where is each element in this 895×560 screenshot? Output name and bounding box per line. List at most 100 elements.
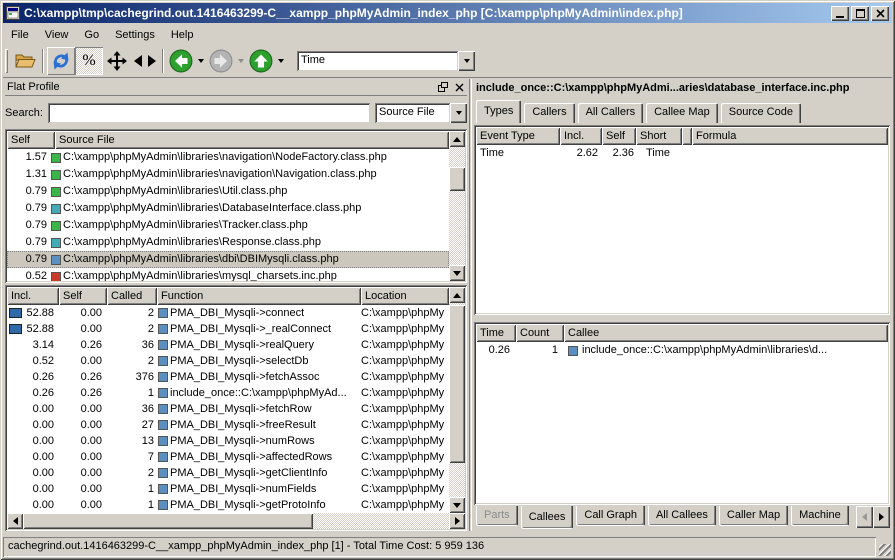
- column-header-self[interactable]: Self: [59, 287, 107, 305]
- scroll-up-button[interactable]: [449, 131, 465, 147]
- tab-scroll-right-button[interactable]: [873, 506, 890, 528]
- menu-help[interactable]: Help: [163, 26, 202, 44]
- chevron-down-icon: [464, 59, 470, 63]
- tab-scroll-left-button[interactable]: [856, 506, 873, 528]
- tab-all-callees[interactable]: All Callees: [648, 506, 716, 526]
- column-header-location[interactable]: Location: [361, 287, 449, 305]
- tab-callees[interactable]: Callees: [521, 506, 574, 529]
- scroll-right-button[interactable]: [449, 513, 465, 529]
- column-header-self[interactable]: Self: [602, 127, 636, 145]
- group-by-combo[interactable]: Source File: [375, 103, 467, 123]
- event-type-combo[interactable]: Time: [297, 51, 475, 71]
- column-header-callee[interactable]: Callee: [564, 324, 888, 342]
- function-row[interactable]: 3.14 0.26 36 PMA_DBI_Mysqli->realQuery C…: [7, 337, 449, 353]
- function-row[interactable]: 0.00 0.00 2 PMA_DBI_Mysqli->getClientInf…: [7, 465, 449, 481]
- file-list-row[interactable]: 0.79 C:\xampp\phpMyAdmin\libraries\Track…: [7, 217, 449, 234]
- dock-title-bar[interactable]: Flat Profile: [5, 79, 467, 96]
- column-header-time[interactable]: Time: [476, 324, 516, 342]
- tab-callee-map[interactable]: Callee Map: [646, 103, 718, 123]
- column-header-source-file[interactable]: Source File: [55, 131, 449, 149]
- function-row[interactable]: 0.00 0.00 7 PMA_DBI_Mysqli->affectedRows…: [7, 449, 449, 465]
- file-list-row[interactable]: 0.79 C:\xampp\phpMyAdmin\libraries\Datab…: [7, 200, 449, 217]
- count-value: 1: [516, 342, 564, 359]
- toolbar-grip[interactable]: [5, 49, 8, 73]
- tab-machine-code[interactable]: Machine: [791, 506, 849, 526]
- tab-call-graph[interactable]: Call Graph: [576, 506, 645, 526]
- file-list-row[interactable]: 0.79 C:\xampp\phpMyAdmin\libraries\Respo…: [7, 234, 449, 251]
- group-by-combo-button[interactable]: [450, 103, 467, 123]
- back-button[interactable]: [167, 47, 195, 75]
- file-list-row[interactable]: 1.57 C:\xampp\phpMyAdmin\libraries\navig…: [7, 149, 449, 166]
- forward-button[interactable]: [207, 47, 235, 75]
- column-header-incl[interactable]: Incl.: [7, 287, 59, 305]
- tab-types[interactable]: Types: [476, 100, 521, 123]
- dock-layout-button[interactable]: [131, 47, 159, 75]
- column-header-incl[interactable]: Incl.: [560, 127, 602, 145]
- column-header-count[interactable]: Count: [516, 324, 564, 342]
- scrollbar-thumb[interactable]: [449, 167, 465, 191]
- file-list-row[interactable]: 0.52 C:\xampp\phpMyAdmin\libraries\mysql…: [7, 268, 449, 281]
- column-header-event-type[interactable]: Event Type: [476, 127, 560, 145]
- function-row[interactable]: 0.26 0.26 376 PMA_DBI_Mysqli->fetchAssoc…: [7, 369, 449, 385]
- column-header-self[interactable]: Self: [7, 131, 55, 149]
- file-list-row[interactable]: 0.79 C:\xampp\phpMyAdmin\libraries\Util.…: [7, 183, 449, 200]
- function-row[interactable]: 0.00 0.00 36 PMA_DBI_Mysqli->fetchRow C:…: [7, 401, 449, 417]
- file-list-row[interactable]: 0.79 C:\xampp\phpMyAdmin\libraries\dbi\D…: [7, 251, 449, 268]
- column-header-short[interactable]: Short: [636, 127, 682, 145]
- scroll-up-button[interactable]: [449, 287, 465, 303]
- dock-float-button[interactable]: [435, 80, 450, 94]
- menu-file[interactable]: File: [3, 26, 37, 44]
- minimize-button[interactable]: [831, 6, 849, 21]
- open-file-button[interactable]: [11, 47, 39, 75]
- tab-all-callers[interactable]: All Callers: [578, 103, 644, 123]
- triangle-up-icon: [453, 137, 461, 142]
- triangle-left-icon: [13, 517, 18, 525]
- maximize-button[interactable]: [851, 6, 869, 21]
- title-bar[interactable]: C:\xampp\tmp\cachegrind.out.1416463299-C…: [3, 3, 892, 23]
- search-input[interactable]: [48, 103, 370, 123]
- scrollbar-thumb[interactable]: [449, 305, 465, 463]
- function-row[interactable]: 0.00 0.00 1 PMA_DBI_Mysqli->getProtoInfo…: [7, 497, 449, 513]
- function-row[interactable]: 52.88 0.00 2 PMA_DBI_Mysqli->connect C:\…: [7, 305, 449, 321]
- column-header-function[interactable]: Function: [157, 287, 361, 305]
- incl-cost-cell: 0.00: [7, 433, 59, 449]
- file-list-row[interactable]: 1.31 C:\xampp\phpMyAdmin\libraries\navig…: [7, 166, 449, 183]
- event-type-combo-button[interactable]: [458, 51, 475, 71]
- file-list-vertical-scrollbar[interactable]: [449, 131, 465, 281]
- tab-source-code[interactable]: Source Code: [721, 103, 801, 123]
- self-cost-value: 0.79: [7, 183, 51, 200]
- function-table-vertical-scrollbar[interactable]: [449, 287, 465, 513]
- menu-view[interactable]: View: [37, 26, 77, 44]
- expand-all-button[interactable]: [103, 47, 131, 75]
- scroll-left-button[interactable]: [7, 513, 23, 529]
- function-row[interactable]: 0.00 0.00 1 PMA_DBI_Mysqli->numFields C:…: [7, 481, 449, 497]
- up-button[interactable]: [247, 47, 275, 75]
- menu-go[interactable]: Go: [76, 26, 107, 44]
- scroll-down-button[interactable]: [449, 265, 465, 281]
- function-row[interactable]: 0.00 0.00 13 PMA_DBI_Mysqli->numRows C:\…: [7, 433, 449, 449]
- tab-caller-map[interactable]: Caller Map: [719, 506, 788, 526]
- dock-close-button[interactable]: [452, 80, 467, 94]
- function-table-horizontal-scrollbar[interactable]: [7, 513, 465, 529]
- percent-toggle-button[interactable]: %: [75, 47, 103, 75]
- function-row[interactable]: 0.00 0.00 27 PMA_DBI_Mysqli->freeResult …: [7, 417, 449, 433]
- up-dropdown[interactable]: [275, 47, 287, 75]
- menu-settings[interactable]: Settings: [107, 26, 163, 44]
- back-dropdown[interactable]: [195, 47, 207, 75]
- tab-callers[interactable]: Callers: [524, 103, 574, 123]
- self-cost-value: 0.00: [59, 449, 107, 465]
- scroll-down-button[interactable]: [449, 497, 465, 513]
- column-header-called[interactable]: Called: [107, 287, 157, 305]
- function-row[interactable]: 0.26 0.26 1 include_once::C:\xampp\phpMy…: [7, 385, 449, 401]
- resize-grip[interactable]: [878, 537, 892, 557]
- triangle-left-icon: [862, 513, 867, 521]
- close-button[interactable]: [871, 6, 889, 21]
- event-type-row[interactable]: Time 2.62 2.36 Time: [476, 145, 888, 162]
- column-header-formula[interactable]: Formula: [692, 127, 888, 145]
- scrollbar-thumb[interactable]: [23, 513, 313, 529]
- relative-cost-button[interactable]: [47, 47, 75, 75]
- forward-dropdown[interactable]: [235, 47, 247, 75]
- function-row[interactable]: 0.52 0.00 2 PMA_DBI_Mysqli->selectDb C:\…: [7, 353, 449, 369]
- function-row[interactable]: 52.88 0.00 2 PMA_DBI_Mysqli->_realConnec…: [7, 321, 449, 337]
- callee-row[interactable]: 0.26 1 include_once::C:\xampp\phpMyAdmin…: [476, 342, 888, 359]
